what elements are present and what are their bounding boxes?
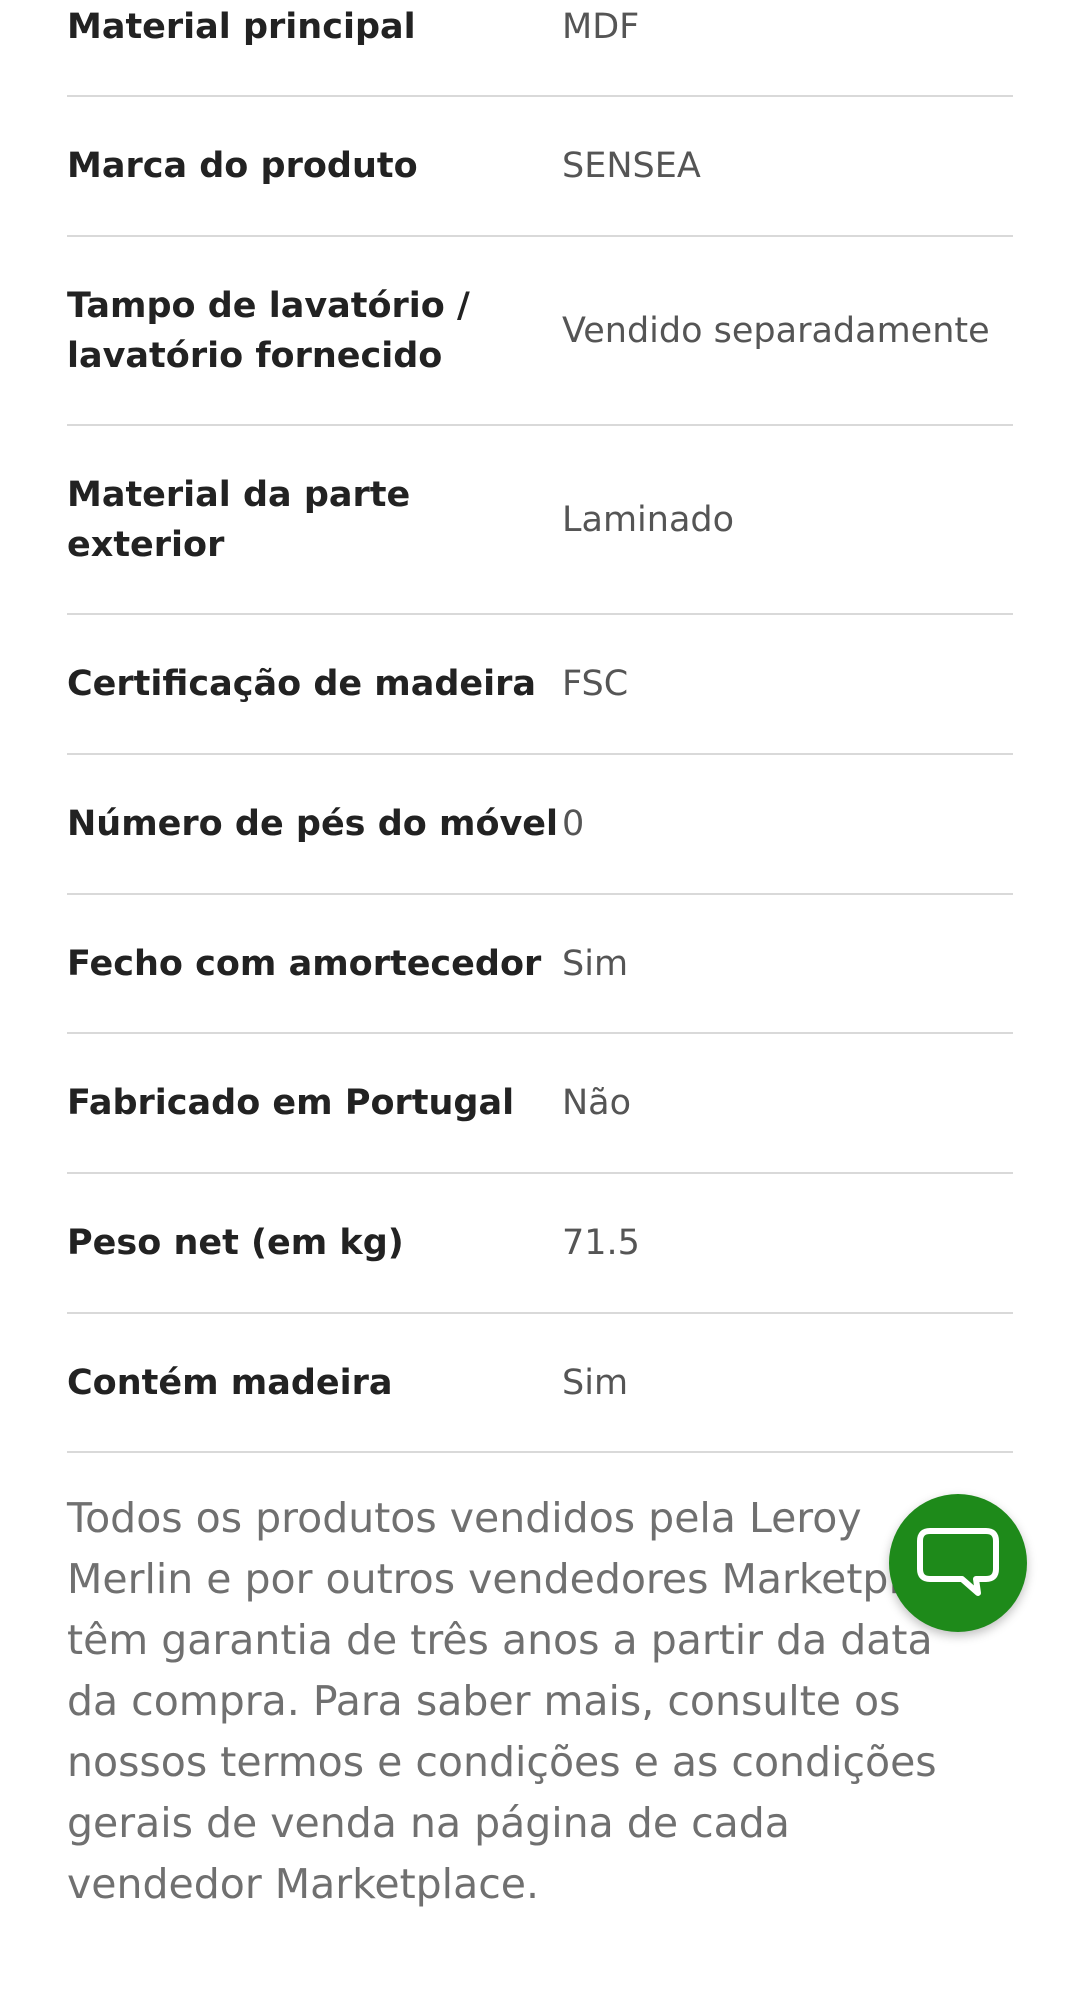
spec-row-peso: Peso net (em kg) 71.5 [67, 1174, 1013, 1314]
spec-row-fecho: Fecho com amortecedor Sim [67, 895, 1013, 1034]
spec-label: Número de pés do móvel [67, 804, 559, 844]
spec-row-marca: Marca do produto SENSEA [67, 97, 1013, 237]
chat-bubble-icon [917, 1528, 999, 1596]
spec-value: Sim [562, 1362, 629, 1403]
spec-value: SENSEA [562, 146, 701, 186]
spec-row-tampo: Tampo de lavatório / lavatório fornecido… [67, 237, 1013, 426]
spec-label: Marca do produto [67, 146, 418, 186]
spec-label: Fabricado em Portugal [67, 1083, 515, 1123]
spec-label: Material da parte exterior [67, 474, 411, 565]
spec-value: FSC [562, 664, 629, 704]
spec-label: Peso net (em kg) [67, 1223, 404, 1263]
spec-value: 0 [562, 804, 585, 844]
spec-value: Não [562, 1083, 632, 1123]
spec-row-fabricado: Fabricado em Portugal Não [67, 1034, 1013, 1174]
warranty-note: Todos os produtos vendidos pela Leroy Me… [67, 1494, 973, 1908]
spec-label: Tampo de lavatório / lavatório fornecido [67, 285, 470, 376]
chat-button[interactable] [889, 1494, 1027, 1632]
spec-row-numero-pes: Número de pés do móvel 0 [67, 755, 1013, 895]
spec-label: Certificação de madeira [67, 664, 537, 704]
spec-row-contem-madeira: Contém madeira Sim [67, 1314, 1013, 1453]
spec-label: Material principal [67, 7, 416, 47]
spec-value: 71.5 [562, 1223, 640, 1263]
spec-row-material-principal: Material principal MDF [67, 0, 1013, 97]
spec-value: Laminado [562, 499, 735, 540]
spec-label: Fecho com amortecedor [67, 943, 542, 984]
spec-label: Contém madeira [67, 1362, 393, 1403]
product-specs-table: Material principal MDF Marca do produto … [67, 0, 1013, 1453]
spec-value: Vendido separadamente [562, 310, 990, 351]
spec-row-certificacao: Certificação de madeira FSC [67, 615, 1013, 755]
spec-value: Sim [562, 943, 629, 984]
spec-row-material-exterior: Material da parte exterior Laminado [67, 426, 1013, 615]
spec-value: MDF [562, 7, 640, 47]
